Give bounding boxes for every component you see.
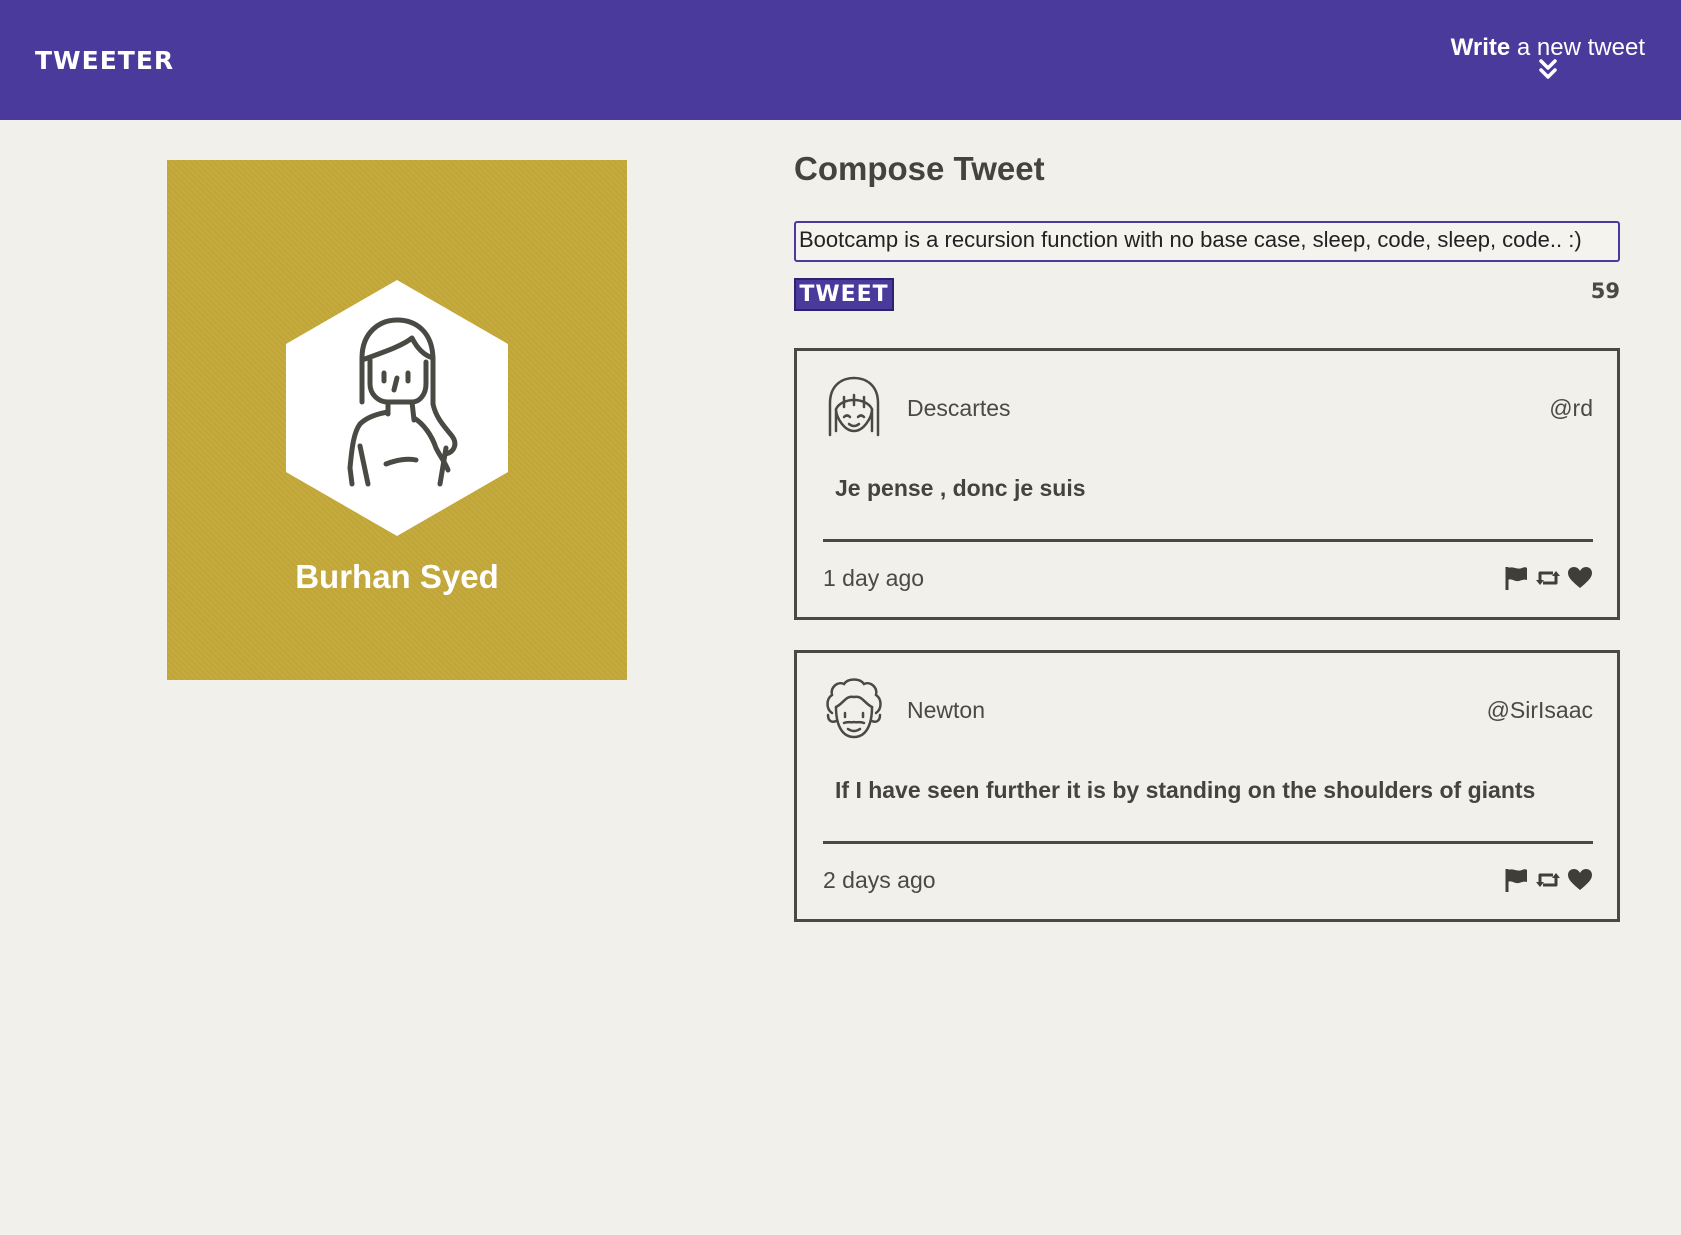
flag-icon[interactable] (1503, 565, 1529, 591)
write-new-tweet-label[interactable]: Write a new tweet (1451, 34, 1645, 62)
tweet-actions (1503, 565, 1593, 591)
heart-icon[interactable] (1567, 565, 1593, 591)
tweet-content: If I have seen further it is by standing… (835, 777, 1536, 803)
flag-icon[interactable] (1503, 867, 1529, 893)
tweet-actions (1503, 867, 1593, 893)
write-new-tweet-toggle[interactable]: Write a new tweet (1451, 34, 1645, 80)
character-counter: 59 (1590, 279, 1620, 303)
write-rest: a new tweet (1510, 34, 1645, 61)
main-column: Compose Tweet Bootcamp is a recursion fu… (794, 150, 1620, 922)
tweet-author: Newton (907, 697, 985, 723)
tweet-author: Descartes (907, 395, 1011, 421)
profile-avatar-icon (286, 280, 508, 536)
retweet-icon[interactable] (1535, 565, 1561, 591)
tweet-content: Je pense , donc je suis (835, 475, 1086, 501)
tweet-timestamp: 1 day ago (823, 565, 925, 591)
girl-avatar-icon (828, 376, 880, 437)
tweet-card: Descartes @rd Je pense , donc je suis 1 … (794, 348, 1620, 620)
tweet-handle: @SirIsaac (1486, 697, 1593, 723)
tweet-textarea[interactable]: Bootcamp is a recursion function with no… (794, 221, 1620, 262)
curly-hair-man-avatar-icon (826, 678, 882, 739)
brand-logo[interactable]: TWEETER (35, 46, 174, 75)
tweet-divider (823, 841, 1593, 844)
heart-icon[interactable] (1567, 867, 1593, 893)
profile-card: Burhan Syed (167, 160, 627, 680)
top-nav: TWEETER Write a new tweet (0, 0, 1681, 120)
tweet-timestamp: 2 days ago (823, 867, 936, 893)
retweet-icon[interactable] (1535, 867, 1561, 893)
profile-name: Burhan Syed (295, 558, 499, 595)
write-bold: Write (1450, 34, 1511, 61)
tweet-card: Newton @SirIsaac If I have seen further … (794, 650, 1620, 922)
tweet-button[interactable]: TWEET (794, 278, 894, 311)
tweet-handle: @rd (1549, 395, 1593, 421)
tweet-divider (823, 539, 1593, 542)
compose-title: Compose Tweet (794, 150, 1045, 187)
